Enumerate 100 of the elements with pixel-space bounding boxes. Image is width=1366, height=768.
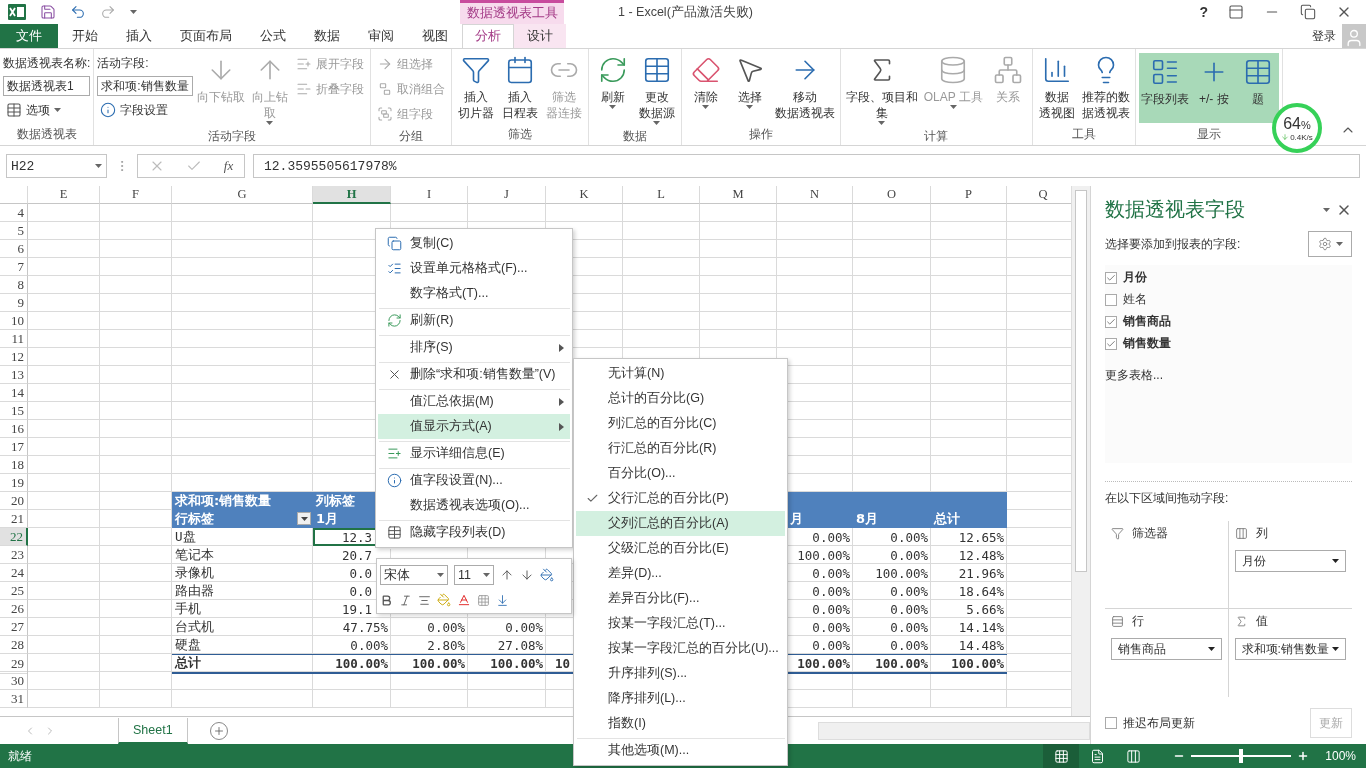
row-header[interactable]: 18: [0, 456, 28, 474]
menu-item[interactable]: 差异百分比(F)...: [576, 586, 785, 611]
menu-item[interactable]: 百分比(O)...: [576, 461, 785, 486]
menu-item[interactable]: 按某一字段汇总(T)...: [576, 611, 785, 636]
row-header[interactable]: 8: [0, 276, 28, 294]
ribbon-button[interactable]: 刷新: [591, 53, 634, 109]
row-header[interactable]: 17: [0, 438, 28, 456]
ribbon-button[interactable]: 更改 数据源: [635, 53, 678, 125]
field-chip[interactable]: 销售商品: [1111, 638, 1222, 660]
menu-item[interactable]: 刷新(R): [378, 308, 570, 333]
row-header[interactable]: 6: [0, 240, 28, 258]
menu-item[interactable]: 总计的百分比(G): [576, 386, 785, 411]
menu-item[interactable]: 排序(S): [378, 335, 570, 360]
ribbon-tab[interactable]: 视图: [408, 24, 462, 48]
menu-item[interactable]: 指数(I): [576, 711, 785, 736]
row-header[interactable]: 25: [0, 582, 28, 600]
ribbon-button[interactable]: 字段设置: [97, 99, 193, 121]
row-header[interactable]: 22: [0, 528, 28, 546]
insert-function-button[interactable]: fx: [223, 158, 234, 174]
ribbon-button[interactable]: 数据 透视图: [1035, 53, 1078, 121]
row-header[interactable]: 28: [0, 636, 28, 654]
ribbon-button[interactable]: 清除: [684, 53, 727, 109]
input-field[interactable]: 求和项:销售数量: [97, 76, 193, 96]
column-header[interactable]: G: [172, 186, 313, 204]
zoom-level[interactable]: 100%: [1325, 749, 1356, 763]
menu-item[interactable]: 数字格式(T)...: [378, 281, 570, 306]
ribbon-button[interactable]: 插入 日程表: [498, 53, 541, 121]
field-chip[interactable]: 月份: [1234, 550, 1346, 572]
row-header[interactable]: 27: [0, 618, 28, 636]
column-header[interactable]: L: [623, 186, 700, 204]
ribbon-tab[interactable]: 数据: [300, 24, 354, 48]
column-header[interactable]: E: [28, 186, 100, 204]
menu-item[interactable]: 降序排列(L)...: [576, 686, 785, 711]
menu-item[interactable]: 设置单元格格式(F)...: [378, 256, 570, 281]
row-header[interactable]: 7: [0, 258, 28, 276]
help-button[interactable]: ?: [1199, 4, 1208, 20]
menu-item[interactable]: 显示详细信息(E): [378, 441, 570, 466]
row-header[interactable]: 29: [0, 654, 28, 674]
menu-item[interactable]: 值汇总依据(M): [378, 389, 570, 414]
font-select[interactable]: 宋体: [380, 565, 448, 585]
sheet-tab[interactable]: Sheet1: [118, 717, 188, 744]
more-tables-link[interactable]: 更多表格...: [1105, 367, 1352, 384]
ribbon-tab[interactable]: 开始: [58, 24, 112, 48]
row-header[interactable]: 26: [0, 600, 28, 618]
row-header[interactable]: 24: [0, 564, 28, 582]
column-header[interactable]: H: [313, 186, 391, 204]
ribbon-button[interactable]: 插入 切片器: [454, 53, 497, 121]
font-size-select[interactable]: 11: [454, 565, 494, 585]
row-header[interactable]: 30: [0, 672, 28, 690]
column-header[interactable]: P: [931, 186, 1007, 204]
menu-item[interactable]: 差异(D)...: [576, 561, 785, 586]
row-header[interactable]: 20: [0, 492, 28, 510]
ribbon-tab[interactable]: 设计: [514, 24, 566, 48]
ribbon-button[interactable]: 推荐的数 据透视表: [1079, 53, 1132, 121]
row-header[interactable]: 10: [0, 312, 28, 330]
ribbon-tab[interactable]: 文件: [0, 24, 58, 48]
ribbon-button[interactable]: 移动 数据透视表: [772, 53, 837, 121]
network-meter-widget[interactable]: 64% 0.4K/s: [1272, 103, 1322, 153]
row-header[interactable]: 14: [0, 384, 28, 402]
column-header[interactable]: K: [546, 186, 623, 204]
ribbon-tab[interactable]: 页面布局: [166, 24, 246, 48]
ribbon-button[interactable]: 选择: [728, 53, 771, 109]
column-header[interactable]: I: [391, 186, 468, 204]
column-header[interactable]: F: [100, 186, 172, 204]
row-header[interactable]: 5: [0, 222, 28, 240]
row-header[interactable]: 23: [0, 546, 28, 564]
row-header[interactable]: 4: [0, 204, 28, 222]
menu-item[interactable]: 父级汇总的百分比(E): [576, 536, 785, 561]
menu-item[interactable]: 删除“求和项:销售数量”(V): [378, 362, 570, 387]
menu-item[interactable]: 行汇总的百分比(R): [576, 436, 785, 461]
ribbon-button[interactable]: 字段列表: [1138, 55, 1191, 107]
menu-item[interactable]: 父行汇总的百分比(P): [576, 486, 785, 511]
row-header[interactable]: 13: [0, 366, 28, 384]
column-header[interactable]: J: [468, 186, 546, 204]
menu-item[interactable]: 其他选项(M)...: [576, 738, 785, 763]
menu-item[interactable]: 值字段设置(N)...: [378, 468, 570, 493]
menu-item[interactable]: 列汇总的百分比(C): [576, 411, 785, 436]
menu-item[interactable]: 值显示方式(A): [378, 414, 570, 439]
ribbon-button[interactable]: 字段、项目和 集: [843, 53, 920, 125]
row-header[interactable]: 11: [0, 330, 28, 348]
menu-item[interactable]: 父列汇总的百分比(A): [576, 511, 785, 536]
column-header[interactable]: N: [777, 186, 853, 204]
name-box[interactable]: H22: [6, 154, 107, 178]
column-header[interactable]: O: [853, 186, 931, 204]
menu-item[interactable]: 复制(C): [378, 231, 570, 256]
ribbon-tab[interactable]: 审阅: [354, 24, 408, 48]
ribbon-button[interactable]: 选项: [3, 99, 91, 121]
row-header[interactable]: 12: [0, 348, 28, 366]
ribbon-tab[interactable]: 分析: [462, 24, 514, 48]
column-header[interactable]: M: [700, 186, 777, 204]
row-header[interactable]: 9: [0, 294, 28, 312]
row-header[interactable]: 16: [0, 420, 28, 438]
menu-item[interactable]: 无计算(N): [576, 361, 785, 386]
ribbon-tab[interactable]: 插入: [112, 24, 166, 48]
row-header[interactable]: 15: [0, 402, 28, 420]
field-chip[interactable]: 求和项:销售数量: [1234, 638, 1346, 660]
row-header[interactable]: 31: [0, 690, 28, 708]
formula-input[interactable]: 12.3595505617978%: [253, 154, 1360, 178]
ribbon-tab[interactable]: 公式: [246, 24, 300, 48]
input-field[interactable]: 数据透视表1: [3, 76, 91, 96]
